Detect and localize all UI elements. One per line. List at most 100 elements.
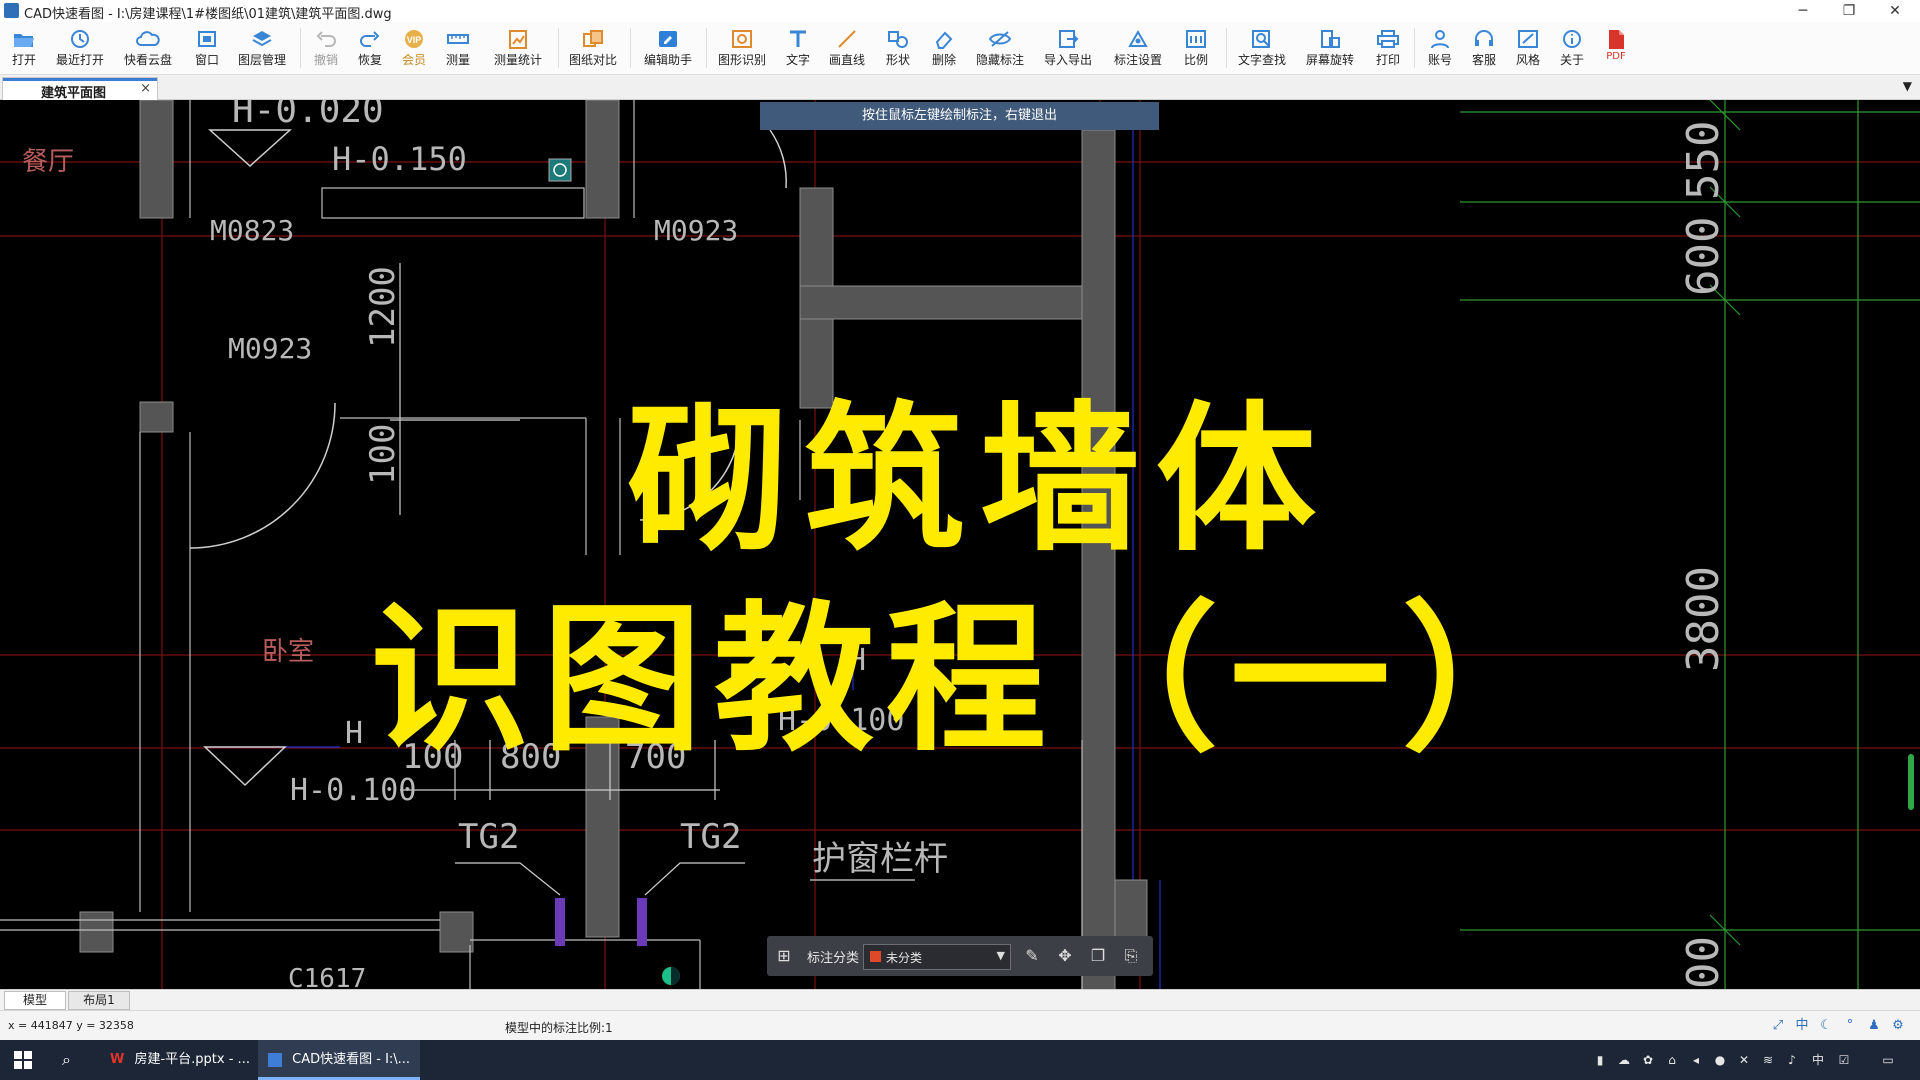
hide-annotation-label: 隐藏标注 [975, 53, 1024, 67]
onedrive-icon[interactable]: ☁ [1616, 1052, 1632, 1068]
battery-icon[interactable]: ▮ [1592, 1052, 1608, 1068]
redo-button[interactable]: 恢复 [352, 24, 388, 72]
text-search-button[interactable]: 文字查找 [1234, 24, 1290, 72]
compare-icon [583, 30, 603, 47]
document-tab-strip: 建筑平面图 × ▼ [0, 75, 1920, 101]
window-title: CAD快速看图 - I:\房建课程\1#楼图纸\01建筑\建筑平面图.dwg [24, 7, 392, 22]
import-export-button[interactable]: 导入导出 [1040, 24, 1096, 72]
tab-close-icon[interactable]: × [140, 81, 151, 96]
vip-button[interactable]: VIP 会员 [396, 24, 432, 72]
tab-layout1[interactable]: 布局1 [68, 991, 130, 1010]
redo-label: 恢复 [357, 53, 382, 67]
night-mode-icon[interactable]: ☾ [1818, 1018, 1834, 1034]
zoom-extents-icon[interactable]: ⤢ [1770, 1018, 1786, 1034]
text-label: 文字 [785, 53, 810, 67]
move-icon[interactable]: ✥ [1056, 947, 1074, 965]
tg2-label-right: TG2 [680, 817, 741, 857]
window-button[interactable]: 窗口 [188, 24, 226, 72]
wechat-icon[interactable]: ● [1712, 1052, 1728, 1068]
taskbar-search-icon[interactable]: ⌕ [62, 1050, 71, 1070]
usb-icon[interactable]: ⌂ [1664, 1052, 1680, 1068]
scale-label: 比例 [1183, 53, 1208, 67]
minimize-button[interactable]: ─ [1780, 0, 1826, 22]
ime-status-icon[interactable]: 中 [1794, 1018, 1810, 1034]
speaker-icon[interactable]: ♪ [1784, 1052, 1800, 1068]
taskbar-app-wps[interactable]: W 房建-平台.pptx - ... [104, 1040, 254, 1080]
import-export-icon [1059, 30, 1079, 48]
draw-line-button[interactable]: 画直线 [824, 24, 870, 72]
copy-icon[interactable]: ❐ [1089, 947, 1107, 965]
recent-open-label: 最近打开 [55, 53, 104, 67]
cloud-drive-label: 快看云盘 [123, 53, 172, 67]
rotate-screen-button[interactable]: 屏幕旋转 [1302, 24, 1358, 72]
tab-list-dropdown-icon[interactable]: ▼ [1903, 79, 1912, 93]
cloud-icon [136, 31, 160, 46]
drawing-canvas[interactable]: H-0.020 H-0.150 餐厅 M0823 M0923 M0923 120… [0, 100, 1920, 989]
style-button[interactable]: 风格 [1510, 24, 1546, 72]
shape-label: 形状 [885, 53, 910, 67]
paste-icon[interactable]: ⎘ [1122, 947, 1140, 965]
open-button[interactable]: 打开 [4, 24, 44, 72]
shape-recognition-button[interactable]: 图形识别 [712, 24, 772, 72]
taskbar-app-cad[interactable]: CAD快速看图 - I:\... [258, 1040, 420, 1080]
tab-model[interactable]: 模型 [4, 991, 66, 1010]
annotation-settings-icon [1128, 29, 1148, 47]
edit-assistant-label: 编辑助手 [643, 53, 692, 67]
room-label-bedroom: 卧室 [262, 637, 314, 667]
ime-indicator[interactable]: 中 [1810, 1052, 1826, 1068]
punctuation-icon[interactable]: ° [1842, 1018, 1858, 1034]
checkmark-icon[interactable]: ☑ [1836, 1052, 1852, 1068]
hide-annotation-icon [988, 31, 1012, 47]
drawing-hint-banner: 按住鼠标左键绘制标注，右键退出 [760, 102, 1159, 130]
app-tray-icon[interactable]: ✿ [1640, 1052, 1656, 1068]
cloud-drive-button[interactable]: 快看云盘 [120, 24, 176, 72]
measure-button[interactable]: 测量 [440, 24, 476, 72]
user-icon [1431, 30, 1449, 49]
text-button[interactable]: 文字 [780, 24, 816, 72]
grid-icon[interactable]: ⊞ [775, 947, 793, 965]
account-button[interactable]: 账号 [1422, 24, 1458, 72]
windows-taskbar: ⌕ W 房建-平台.pptx - ... CAD快速看图 - I:\... ▮ … [0, 1040, 1920, 1080]
volume-icon[interactable]: ◂ [1688, 1052, 1704, 1068]
hide-annotation-button[interactable]: 隐藏标注 [972, 24, 1028, 72]
settings-gear-icon[interactable]: ⚙ [1890, 1018, 1906, 1034]
undo-icon [316, 31, 336, 47]
door-label-m0923-mid: M0923 [228, 332, 312, 365]
toolbar-divider [1226, 28, 1227, 68]
restore-button[interactable]: ❐ [1826, 0, 1872, 22]
edit-icon[interactable]: ✎ [1023, 947, 1041, 965]
overlay-title-line2: 识图教程（一） [370, 586, 1575, 773]
pdf-button[interactable]: PDF [1598, 24, 1634, 72]
windows-start-icon[interactable] [14, 1051, 32, 1069]
annotation-settings-button[interactable]: 标注设置 [1110, 24, 1166, 72]
pdf-label: PDF [1606, 51, 1626, 62]
measure-stats-button[interactable]: 测量统计 [486, 24, 550, 72]
style-icon [1518, 30, 1538, 48]
user-status-icon[interactable]: ♟ [1866, 1018, 1882, 1034]
close-button[interactable]: ✕ [1872, 0, 1918, 22]
undo-button[interactable]: 撤销 [308, 24, 344, 72]
delete-button[interactable]: 删除 [926, 24, 962, 72]
tab-architectural-plan[interactable]: 建筑平面图 × [2, 77, 158, 101]
wifi-icon[interactable]: ≋ [1760, 1052, 1776, 1068]
customer-service-button[interactable]: 客服 [1466, 24, 1502, 72]
tab-title: 建筑平面图 [41, 86, 107, 101]
drawing-compare-button[interactable]: 图纸对比 [564, 24, 622, 72]
toolbar-divider [706, 28, 707, 68]
annotation-category-value: 未分类 [886, 951, 923, 965]
print-button[interactable]: 打印 [1370, 24, 1406, 72]
layer-manager-button[interactable]: 图层管理 [234, 24, 290, 72]
active-tab-indicator [3, 78, 157, 81]
edit-assistant-button[interactable]: 编辑助手 [638, 24, 698, 72]
annotation-category-select[interactable]: 未分类 ▼ [863, 944, 1011, 970]
scroll-indicator [1908, 754, 1914, 810]
annotation-settings-label: 标注设置 [1113, 53, 1162, 67]
network-icon[interactable]: ✕ [1736, 1052, 1752, 1068]
about-button[interactable]: 关于 [1554, 24, 1590, 72]
notification-icon[interactable]: ▭ [1880, 1052, 1896, 1068]
recent-open-button[interactable]: 最近打开 [52, 24, 108, 72]
shape-button[interactable]: 形状 [880, 24, 916, 72]
import-export-label: 导入导出 [1043, 53, 1092, 67]
scale-button[interactable]: 比例 [1178, 24, 1214, 72]
print-label: 打印 [1375, 53, 1400, 67]
